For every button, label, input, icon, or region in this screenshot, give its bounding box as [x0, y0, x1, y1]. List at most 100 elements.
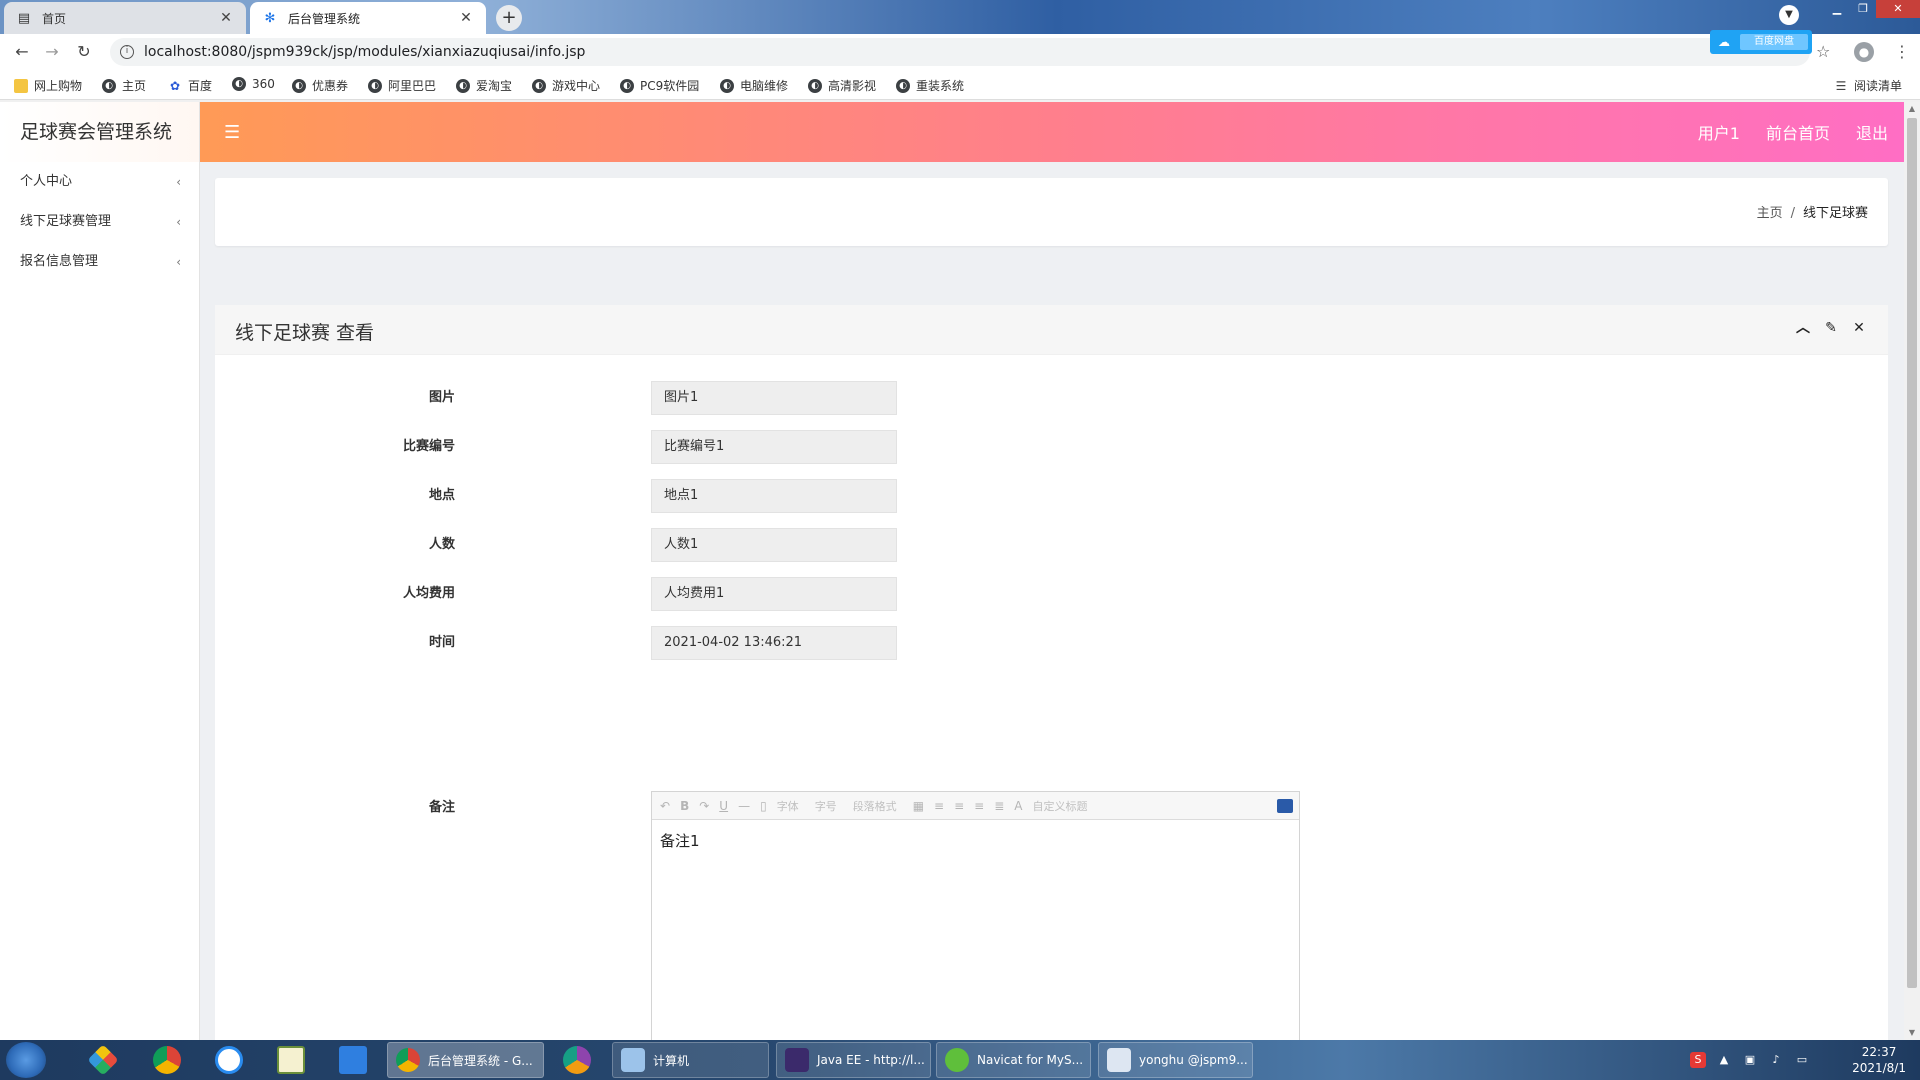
source-code-icon[interactable]	[1277, 798, 1293, 813]
taskbar-app-explorer[interactable]	[326, 1042, 380, 1078]
sidebar-item-personal-center[interactable]: 个人中心 ‹	[0, 162, 199, 202]
hamburger-menu-icon[interactable]: ☰	[224, 122, 240, 143]
horizontal-rule-icon[interactable]: —	[738, 799, 750, 813]
close-icon[interactable]: ✕	[218, 10, 234, 26]
time-field[interactable]: 2021-04-02 13:46:21	[651, 626, 897, 660]
bookmark-item[interactable]: ◐ 游戏中心	[532, 77, 600, 94]
bookmark-item[interactable]: ◐ 阿里巴巴	[368, 77, 436, 94]
forward-arrow-icon[interactable]: →	[42, 42, 62, 62]
collapse-icon[interactable]: ︿	[1794, 319, 1812, 337]
bookmark-item[interactable]: ◐ 主页	[102, 77, 146, 94]
align-left-icon[interactable]: ≡	[934, 799, 944, 813]
match-number-field[interactable]: 比赛编号1	[651, 430, 897, 464]
headcount-field[interactable]: 人数1	[651, 528, 897, 562]
close-icon[interactable]: ✕	[1850, 319, 1868, 337]
undo-icon[interactable]: ↶	[660, 799, 670, 813]
start-button[interactable]	[6, 1042, 46, 1078]
action-center-icon[interactable]: ▭	[1794, 1052, 1810, 1068]
remark-content[interactable]: 备注1	[652, 820, 1299, 861]
font-select[interactable]: 字体	[777, 798, 799, 814]
image-field[interactable]: 图片1	[651, 381, 897, 415]
taskbar-app-pinned[interactable]	[76, 1042, 130, 1078]
network-icon[interactable]: ▣	[1742, 1052, 1758, 1068]
bold-icon[interactable]: B	[680, 799, 689, 813]
breadcrumb: 主页 / 线下足球赛	[1757, 202, 1868, 221]
logout-link[interactable]: 退出	[1856, 120, 1888, 144]
field-label: 时间	[428, 635, 455, 650]
taskbar-task-computer[interactable]: 计算机	[612, 1042, 769, 1078]
scrollbar-thumb[interactable]	[1907, 118, 1917, 988]
sidebar-item-match-management[interactable]: 线下足球赛管理 ‹	[0, 202, 199, 242]
paragraph-format-select[interactable]: 段落格式	[853, 798, 897, 814]
bookmark-item[interactable]: ◐ 360	[232, 77, 275, 91]
taskbar-app-notepad[interactable]	[264, 1042, 318, 1078]
close-icon[interactable]: ✕	[458, 10, 474, 26]
taskbar-app-browser2[interactable]	[550, 1042, 604, 1078]
bookmark-item[interactable]: ◐ 优惠券	[292, 77, 348, 94]
profile-icon[interactable]: ●	[1854, 42, 1874, 62]
bookmark-item[interactable]: ◐ PC9软件园	[620, 77, 699, 94]
bookmark-item[interactable]: ◐ 高清影视	[808, 77, 876, 94]
tray-expand-icon[interactable]: ▲	[1716, 1052, 1732, 1068]
chrome-icon	[563, 1046, 591, 1074]
minimize-icon[interactable]: ▁	[1824, 0, 1850, 18]
table-icon[interactable]: ▦	[913, 799, 924, 813]
reload-icon[interactable]: ↻	[74, 42, 94, 62]
underline-icon[interactable]: U	[719, 799, 728, 813]
task-label: Navicat for MyS...	[977, 1053, 1084, 1067]
bookmark-item[interactable]: ✿ 百度	[168, 77, 212, 94]
bookmark-item[interactable]: ◐ 爱淘宝	[456, 77, 512, 94]
globe-icon: ◐	[896, 78, 910, 93]
clear-format-icon[interactable]: ▯	[760, 799, 767, 813]
breadcrumb-current: 线下足球赛	[1802, 206, 1868, 221]
redo-icon[interactable]: ↷	[699, 799, 709, 813]
browser-tab-admin[interactable]: ✻ 后台管理系统 ✕	[250, 2, 486, 34]
taskbar-app-netdisk[interactable]	[202, 1042, 256, 1078]
taskbar-task-eclipse[interactable]: Java EE - http://l...	[776, 1042, 931, 1078]
bookmark-item[interactable]: 网上购物	[14, 77, 82, 94]
justify-icon[interactable]: ≣	[994, 799, 1004, 813]
page-scrollbar[interactable]: ▲ ▼	[1904, 102, 1920, 1040]
volume-icon[interactable]: ♪	[1768, 1052, 1784, 1068]
user-link[interactable]: 用户1	[1698, 120, 1740, 144]
url-field[interactable]: i localhost:8080/jspm939ck/jsp/modules/x…	[110, 38, 1810, 66]
more-menu-icon[interactable]: ⋮	[1894, 42, 1910, 61]
sogou-ime-icon[interactable]: S	[1690, 1052, 1706, 1068]
download-icon[interactable]: ▼	[1779, 5, 1799, 25]
app-brand: 足球赛会管理系统	[0, 102, 199, 162]
extension-label: 百度网盘	[1740, 34, 1808, 50]
maximize-icon[interactable]: ❐	[1850, 0, 1876, 18]
align-center-icon[interactable]: ≡	[974, 799, 984, 813]
taskbar-app-chrome[interactable]	[140, 1042, 194, 1078]
window-close-icon[interactable]: ✕	[1876, 0, 1920, 18]
font-size-select[interactable]: 字号	[815, 798, 837, 814]
field-label: 地点	[428, 488, 455, 503]
wrench-icon[interactable]: ✎	[1822, 319, 1840, 337]
info-icon[interactable]: i	[120, 45, 134, 59]
breadcrumb-home[interactable]: 主页	[1757, 206, 1783, 221]
location-field[interactable]: 地点1	[651, 479, 897, 513]
front-home-link[interactable]: 前台首页	[1766, 120, 1830, 144]
field-label: 图片	[428, 390, 455, 405]
per-capita-cost-field[interactable]: 人均费用1	[651, 577, 897, 611]
taskbar-task-navicat[interactable]: Navicat for MyS...	[936, 1042, 1091, 1078]
align-right-icon[interactable]: ≡	[954, 799, 964, 813]
browser-tab-home[interactable]: ▤ 首页 ✕	[4, 2, 246, 34]
scroll-down-icon[interactable]: ▼	[1907, 1028, 1917, 1038]
editor-toolbar: ↶ B ↷ U — ▯ 字体 字号 段落格式 ▦ ≡ ≡ ≡ ≣ A 自定义标题	[652, 792, 1299, 820]
reading-list[interactable]: ☰ 阅读清单	[1834, 77, 1902, 94]
sidebar-item-registration-management[interactable]: 报名信息管理 ‹	[0, 242, 199, 282]
system-clock[interactable]: 22:37 2021/8/1	[1852, 1044, 1906, 1076]
font-color-icon[interactable]: A	[1014, 799, 1022, 813]
bookmark-star-icon[interactable]: ☆	[1816, 42, 1830, 61]
scroll-up-icon[interactable]: ▲	[1907, 104, 1917, 114]
bookmark-item[interactable]: ◐ 电脑维修	[720, 77, 788, 94]
taskbar-task-table[interactable]: yonghu @jspm9...	[1098, 1042, 1253, 1078]
top-nav: 用户1 前台首页 退出	[1672, 102, 1888, 162]
baidu-netdisk-extension[interactable]: ☁ 百度网盘	[1710, 30, 1812, 54]
custom-title-select[interactable]: 自定义标题	[1033, 798, 1088, 814]
new-tab-button[interactable]: +	[496, 5, 522, 31]
taskbar-task-browser[interactable]: 后台管理系统 - G...	[387, 1042, 544, 1078]
back-arrow-icon[interactable]: ←	[12, 42, 32, 62]
bookmark-item[interactable]: ◐ 重装系统	[896, 77, 964, 94]
